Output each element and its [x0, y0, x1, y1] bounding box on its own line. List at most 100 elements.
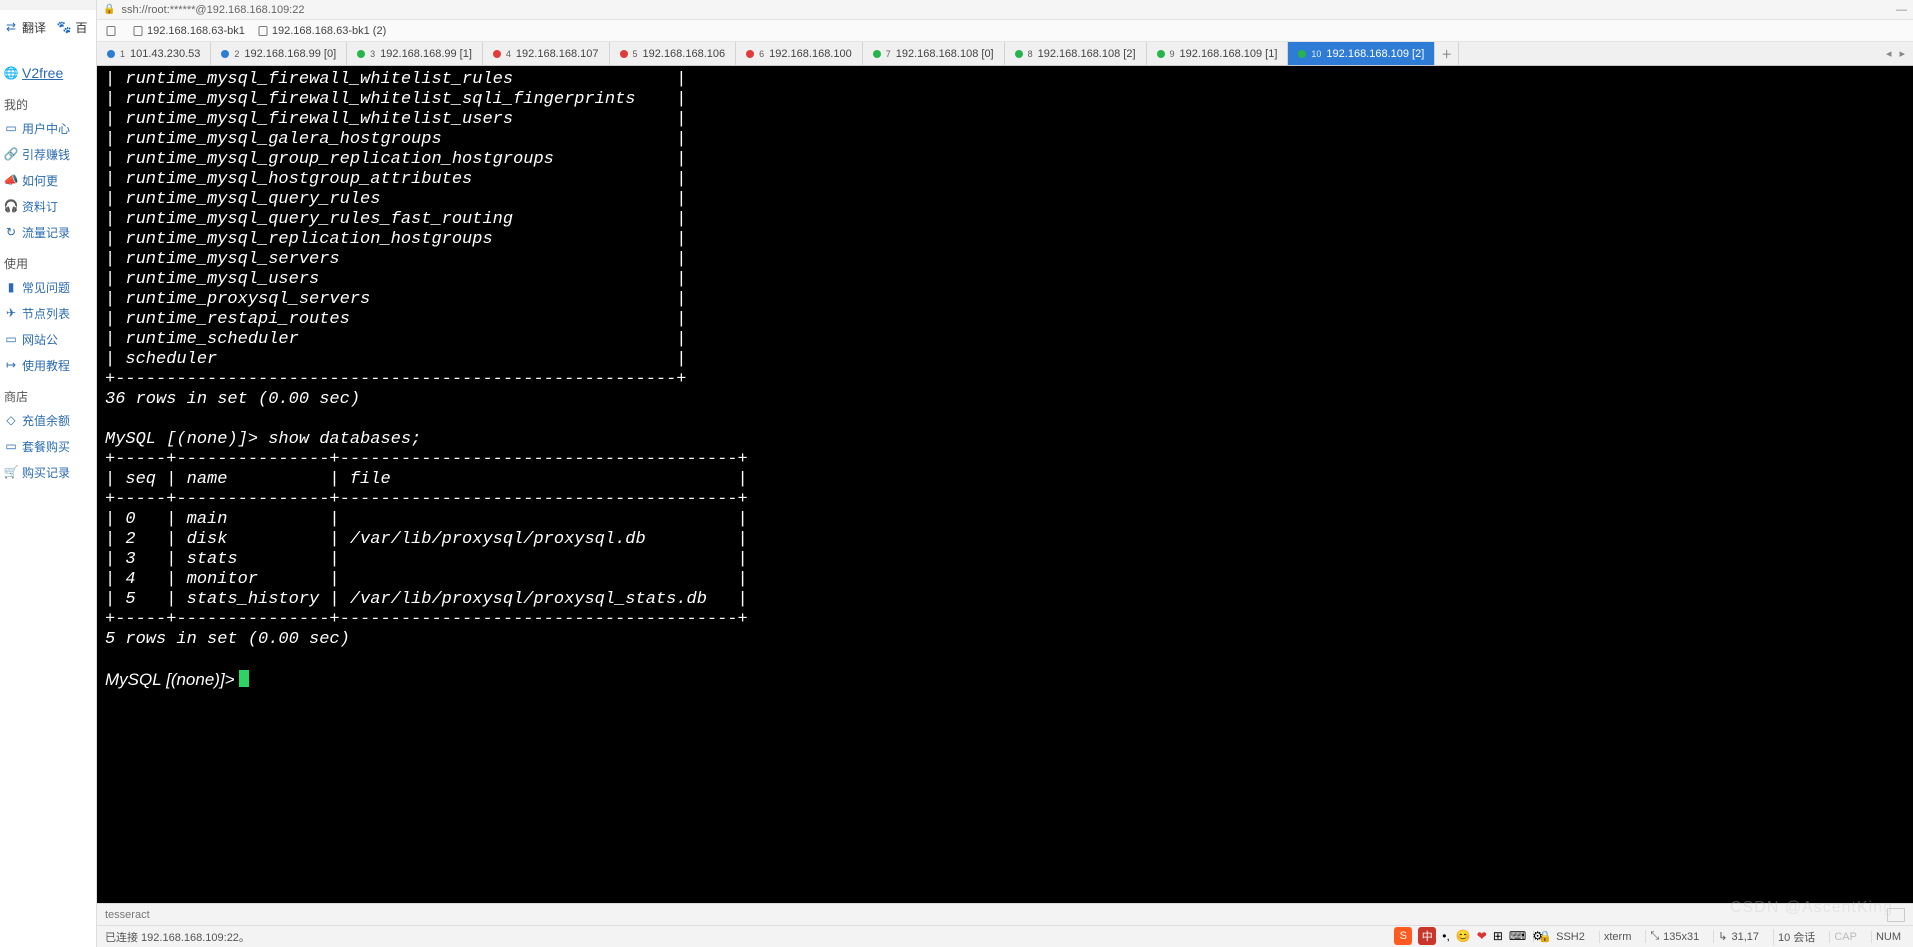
- logo-link[interactable]: 🌐 V2free: [4, 60, 96, 86]
- sidebar-item[interactable]: 🎧资料订: [4, 193, 96, 219]
- sidebar-item[interactable]: 🛒 购买记录: [4, 459, 96, 485]
- sidebar-item-label: 使用教程: [22, 357, 70, 374]
- tab-label: 192.168.168.99 [0]: [244, 48, 336, 60]
- window-titlebar: 🔒 ssh://root:******@192.168.168.109:22 —: [97, 0, 1913, 20]
- translate-link[interactable]: ⇄ 翻译 🐾 百: [4, 14, 96, 40]
- sidebar-item[interactable]: ▭套餐购买: [4, 433, 96, 459]
- sidebar-item[interactable]: ▭网站公: [4, 326, 96, 352]
- tabs-next-icon[interactable]: ▸: [1899, 47, 1905, 60]
- session-tab[interactable]: 9192.168.168.109 [1]: [1147, 42, 1289, 65]
- sidebar-item-label: 常见问题: [22, 279, 70, 296]
- logo-label: V2free: [22, 65, 63, 81]
- sidebar-item-label: 购买记录: [22, 464, 70, 481]
- status-bar: 已连接 192.168.168.109:22。 🔒 SSH2 xterm ⤡ 1…: [97, 925, 1913, 947]
- ime-emoji-icon[interactable]: 😊: [1456, 929, 1471, 943]
- sidebar-item[interactable]: ✈ 节点列表: [4, 300, 96, 326]
- session-tabstrip: 1101.43.230.53 2 192.168.168.99 [0] 3 192.16…: [97, 42, 1913, 66]
- terminal-cursor: [239, 670, 249, 687]
- status-num: NUM: [1871, 931, 1905, 943]
- session-tab[interactable]: 8 192.168.168.108 [2]: [1005, 42, 1147, 65]
- status-dot-icon: [107, 50, 115, 58]
- bookmark-label: 192.168.168.63-bk1 (2): [272, 25, 386, 37]
- globe-icon: 🌐: [4, 66, 18, 80]
- tab-label: 192.168.168.108 [0]: [896, 48, 994, 60]
- status-dot-icon: [873, 50, 881, 58]
- status-dot-icon: [620, 50, 628, 58]
- session-tab[interactable]: 3 192.168.168.99 [1]: [347, 42, 483, 65]
- tab-label: 192.168.168.99 [1]: [380, 48, 472, 60]
- sidebar-item[interactable]: 📣 如何更: [4, 167, 96, 193]
- ime-grid-icon[interactable]: ⊞: [1493, 929, 1503, 943]
- ime-kbd-icon[interactable]: ⌨: [1509, 929, 1526, 943]
- browser-sidebar: ⇄ 翻译 🐾 百 🌐 V2free 我的▭用户中心🔗引荐赚钱📣如何更🎧资料订↻流…: [0, 0, 97, 947]
- ime-zh-icon[interactable]: 中: [1418, 927, 1436, 945]
- file-icon: [257, 25, 269, 37]
- tab-index: 4: [506, 49, 511, 59]
- status-dot-icon: [493, 50, 501, 58]
- terminal-output[interactable]: | runtime_mysql_firewall_whitelist_rules…: [97, 66, 1913, 903]
- how-icon: 📣: [4, 173, 18, 187]
- lock-icon: 🔒: [103, 4, 115, 15]
- topup-icon: ◇: [4, 413, 18, 427]
- sidebar-item[interactable]: ↻流量记录: [4, 219, 96, 245]
- tab-index: 10: [1311, 49, 1321, 59]
- status-term: xterm: [1599, 931, 1636, 943]
- session-tab[interactable]: 4192.168.168.107: [483, 42, 610, 65]
- tab-label: 192.168.168.109 [2]: [1326, 48, 1424, 60]
- sidebar-section-header: 商店: [4, 388, 96, 405]
- tab-label: 192.168.168.100: [769, 48, 852, 60]
- bookmark-bar: 192.168.168.63-bk1 192.168.168.63-bk1 (2): [97, 20, 1913, 42]
- new-tab-button[interactable]: ＋: [1435, 42, 1459, 65]
- status-dot-icon: [1298, 50, 1306, 58]
- file-icon: [132, 25, 144, 37]
- status-dot-icon: [746, 50, 754, 58]
- bookmark-label: 192.168.168.63-bk1: [147, 25, 245, 37]
- sidebar-item-label: 引荐赚钱: [22, 146, 70, 163]
- status-dot-icon: [221, 50, 229, 58]
- session-tab[interactable]: 6 192.168.168.100: [736, 42, 863, 65]
- sidebar-item-label: 用户中心: [22, 120, 70, 137]
- tut-icon: ↦: [4, 358, 18, 372]
- bookmark-item[interactable]: 192.168.168.63-bk1: [132, 25, 245, 37]
- tabs-prev-icon[interactable]: ◂: [1886, 47, 1892, 60]
- ime-gear-icon[interactable]: ⚙: [1532, 929, 1543, 943]
- scroll-indicator[interactable]: [1887, 908, 1905, 922]
- session-tab[interactable]: 10 192.168.168.109 [2]: [1288, 42, 1435, 65]
- faq-icon: ▮: [4, 280, 18, 294]
- tab-index: 3: [370, 49, 375, 59]
- session-tab[interactable]: 7192.168.168.108 [0]: [863, 42, 1005, 65]
- bookmark-item[interactable]: 192.168.168.63-bk1 (2): [257, 25, 386, 37]
- tab-label: 192.168.168.108 [2]: [1038, 48, 1136, 60]
- tab-index: 2: [234, 49, 239, 59]
- tab-index: 6: [759, 49, 764, 59]
- ime-heart-icon[interactable]: ❤: [1477, 929, 1487, 943]
- user-icon: ▭: [4, 121, 18, 135]
- buy-icon: 🛒: [4, 465, 18, 479]
- status-connection: 已连接 192.168.168.109:22。: [105, 929, 250, 945]
- status-caps: CAP: [1829, 931, 1861, 943]
- session-tab[interactable]: 1101.43.230.53: [97, 42, 211, 65]
- sub-icon: 🎧: [4, 199, 18, 213]
- tab-index: 8: [1028, 49, 1033, 59]
- sidebar-item[interactable]: ▮ 常见问题: [4, 274, 96, 300]
- tab-index: 5: [633, 49, 638, 59]
- sidebar-item-label: 节点列表: [22, 305, 70, 322]
- tab-index: 1: [120, 49, 125, 59]
- ime-tray: S 中 •, 😊 ❤ ⊞ ⌨ ⚙: [1394, 925, 1543, 947]
- status-size: ⤡ 135x31: [1645, 930, 1703, 943]
- sidebar-item[interactable]: ↦ 使用教程: [4, 352, 96, 378]
- status-dot-icon: [357, 50, 365, 58]
- bookmark-icon: [105, 25, 117, 37]
- bookmark-item[interactable]: [105, 25, 120, 37]
- minimize-button[interactable]: —: [1896, 4, 1907, 16]
- ime-punct-icon[interactable]: •,: [1442, 929, 1450, 943]
- node-icon: ✈: [4, 306, 18, 320]
- status-cursor: ↳ 31,17: [1713, 930, 1763, 943]
- sidebar-item[interactable]: ◇充值余额: [4, 407, 96, 433]
- session-tab[interactable]: 5192.168.168.106: [610, 42, 737, 65]
- session-tab[interactable]: 2 192.168.168.99 [0]: [211, 42, 347, 65]
- sidebar-item-label: 如何更: [22, 172, 58, 189]
- sidebar-item[interactable]: 🔗引荐赚钱: [4, 141, 96, 167]
- sogou-icon[interactable]: S: [1394, 927, 1412, 945]
- sidebar-item[interactable]: ▭ 用户中心: [4, 115, 96, 141]
